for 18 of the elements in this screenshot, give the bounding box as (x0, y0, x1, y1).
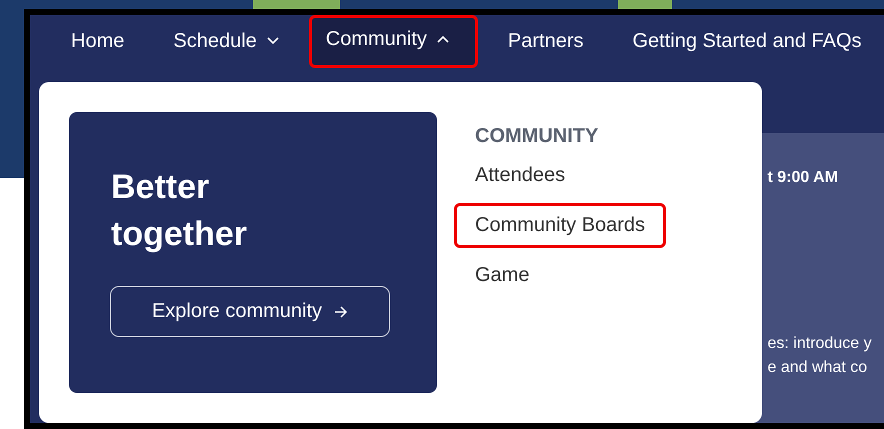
promo-title: Better together (111, 167, 248, 255)
description-text: es: introduce y (768, 335, 873, 353)
menu-item[interactable]: Attendees (454, 153, 586, 198)
nav-link[interactable]: Getting Started and FAQs (614, 18, 881, 64)
menu-item[interactable]: Game (454, 253, 550, 298)
description-text: e and what co (768, 359, 868, 377)
chevron-icon (266, 37, 279, 45)
explore-button[interactable]: Explore community (110, 286, 390, 337)
nav-link[interactable]: Community (308, 14, 478, 68)
accent-bar (618, 0, 672, 9)
nav-link[interactable]: Home (52, 18, 144, 64)
nav-link[interactable]: Schedule (154, 18, 298, 64)
chevron-icon (436, 35, 449, 43)
event-time: t 9:00 AM (768, 169, 840, 187)
nav-link[interactable]: Partners (488, 18, 602, 64)
menu-item[interactable]: Community Boards (454, 203, 666, 248)
arrow-right-icon (334, 306, 348, 318)
menu-heading: COMMUNITY (475, 125, 598, 148)
